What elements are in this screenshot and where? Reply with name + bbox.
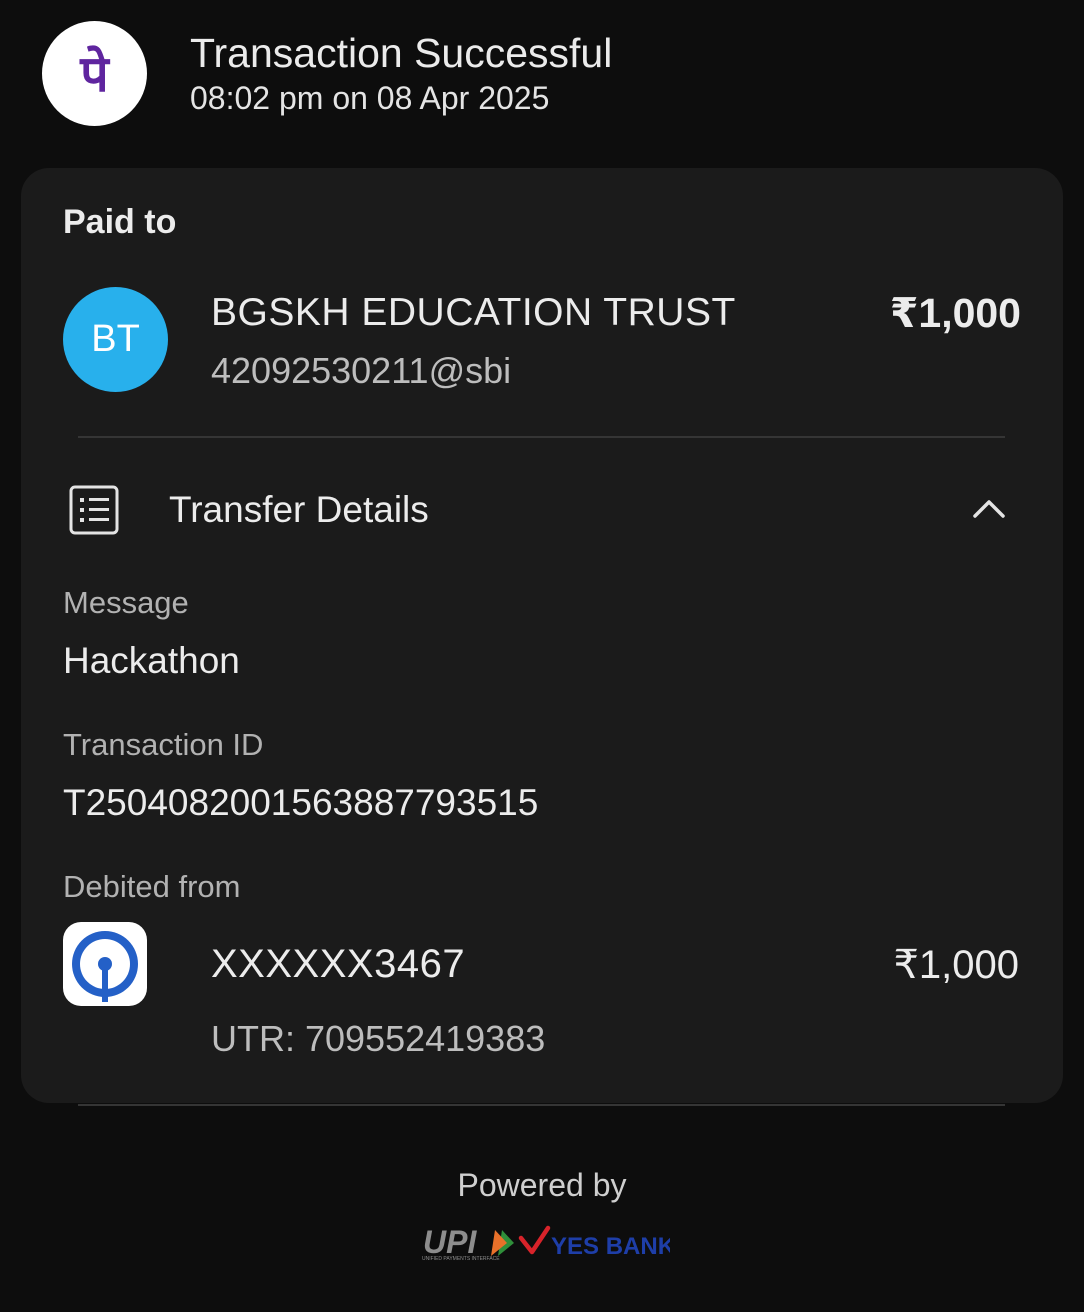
- transaction-header: पे Transaction Successful 08:02 pm on 08…: [0, 0, 1084, 150]
- phonepe-logo-glyph: पे: [79, 45, 110, 103]
- yes-bank-text: YES BANK: [551, 1233, 670, 1260]
- payee-name: BGSKH EDUCATION TRUST: [211, 291, 736, 334]
- payee-upi-id: 42092530211@sbi: [211, 350, 512, 391]
- partner-logos: UPI UNIFIED PAYMENTS INTERFACE YES BANK: [420, 1222, 676, 1267]
- message-label: Message: [63, 585, 189, 620]
- paid-amount: ₹1,000: [889, 290, 1021, 336]
- divider: [78, 1104, 1005, 1106]
- divider: [78, 436, 1005, 438]
- debited-from-label: Debited from: [63, 869, 241, 904]
- upi-logo-icon: UPI UNIFIED PAYMENTS INTERFACE: [422, 1224, 514, 1262]
- utr-number: UTR: 709552419383: [211, 1018, 546, 1059]
- payee-avatar: BT: [63, 287, 168, 392]
- transaction-status-title: Transaction Successful: [190, 30, 613, 76]
- upi-tagline: UNIFIED PAYMENTS INTERFACE: [422, 1256, 500, 1262]
- debited-account-number: XXXXXX3467: [211, 942, 466, 986]
- chevron-up-icon[interactable]: [969, 494, 1009, 529]
- transfer-details-title[interactable]: Transfer Details: [169, 489, 429, 531]
- transaction-id-label: Transaction ID: [63, 727, 264, 762]
- debited-amount: ₹1,000: [893, 943, 1019, 987]
- sbi-logo-icon: [63, 922, 147, 1006]
- message-value: Hackathon: [63, 640, 240, 681]
- transaction-datetime: 08:02 pm on 08 Apr 2025: [190, 80, 550, 116]
- upi-logo-text: UPI: [423, 1224, 477, 1260]
- receipt-list-icon: [68, 484, 120, 541]
- transaction-id-value: T2504082001563887793515: [63, 782, 539, 823]
- phonepe-logo-icon: पे: [42, 21, 147, 126]
- paid-to-label: Paid to: [63, 203, 177, 241]
- powered-by-label: Powered by: [457, 1167, 627, 1203]
- yes-bank-logo-icon: YES BANK: [518, 1225, 676, 1260]
